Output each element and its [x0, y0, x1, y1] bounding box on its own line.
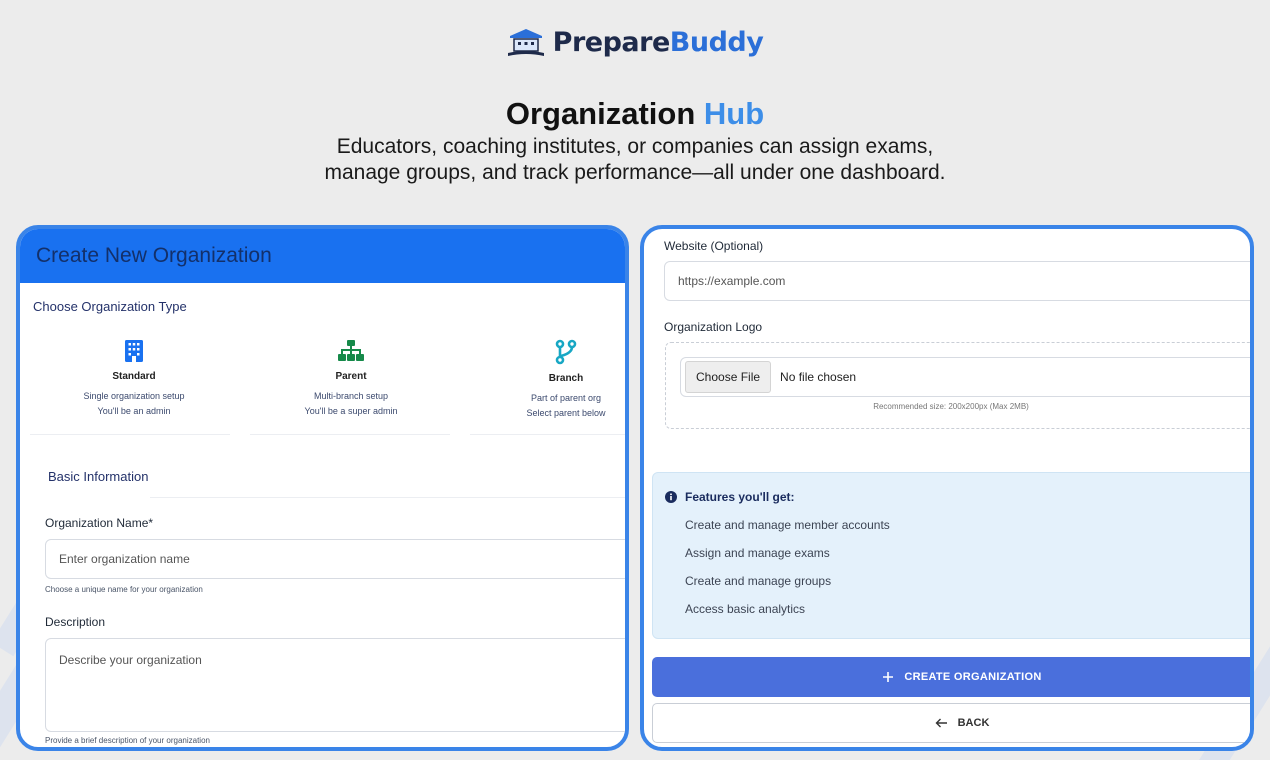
type-name: Parent: [335, 371, 367, 382]
page-title: Organization Hub: [505, 96, 765, 131]
back-button-label: BACK: [957, 717, 990, 729]
org-name-input[interactable]: Enter organization name: [45, 539, 625, 579]
org-type-options: Standard Single organization setup You'l…: [20, 339, 625, 439]
logo-label: Organization Logo: [664, 320, 763, 334]
type-description: Single organization setup: [83, 391, 185, 401]
feature-item: Create and manage groups: [685, 574, 832, 588]
type-role: Select parent below: [526, 408, 606, 418]
website-input[interactable]: https://example.com: [664, 261, 1250, 301]
feature-item: Assign and manage exams: [685, 546, 830, 560]
feature-item: Access basic analytics: [685, 602, 806, 616]
organization-details-panel: Website (Optional) https://example.com O…: [640, 225, 1254, 751]
website-label: Website (Optional): [664, 239, 764, 253]
type-description: Multi-branch setup: [313, 391, 389, 401]
logo-hint: Recommended size: 200x200px (Max 2MB): [873, 402, 1029, 411]
org-type-standard[interactable]: Standard Single organization setup You'l…: [29, 339, 239, 416]
org-type-section-label: Choose Organization Type: [33, 299, 187, 314]
feature-item: Create and manage member accounts: [685, 518, 890, 532]
choose-file-button[interactable]: Choose File: [685, 361, 772, 393]
create-organization-button[interactable]: CREATE ORGANIZATION: [652, 657, 1250, 697]
type-name: Branch: [548, 373, 584, 384]
form-header: Create New Organization: [20, 229, 625, 283]
basic-info-label: Basic Information: [48, 469, 149, 484]
file-input[interactable]: Choose File No file chosen: [680, 357, 1250, 397]
file-status: No file chosen: [780, 370, 857, 384]
plus-icon: [883, 672, 894, 682]
org-type-branch[interactable]: Branch Part of parent org Select parent …: [461, 339, 625, 418]
org-name-hint: Choose a unique name for your organizati…: [45, 585, 203, 594]
type-role: You'll be an admin: [97, 406, 171, 416]
org-type-parent[interactable]: Parent Multi-branch setup You'll be a su…: [246, 339, 456, 416]
description-hint: Provide a brief description of your orga…: [45, 736, 210, 745]
website-placeholder: https://example.com: [678, 274, 786, 288]
features-box: Features you'll get: Create and manage m…: [652, 472, 1250, 639]
type-name: Standard: [112, 371, 156, 382]
page-subtitle: Educators, coaching institutes, or compa…: [324, 135, 946, 184]
features-title: Features you'll get:: [665, 490, 795, 504]
org-name-label: Organization Name*: [45, 516, 154, 530]
logo-upload-area[interactable]: Choose File No file chosen Recommended s…: [665, 342, 1250, 429]
org-name-placeholder: Enter organization name: [59, 552, 190, 566]
create-organization-panel: Create New Organization Choose Organizat…: [16, 225, 629, 751]
brand-logo: PrepareBuddy: [0, 22, 1270, 62]
divider: [470, 434, 625, 435]
divider: [150, 497, 625, 498]
create-button-label: CREATE ORGANIZATION: [904, 671, 1042, 683]
features-title-text: Features you'll get:: [685, 490, 795, 504]
sitemap-icon: [338, 340, 364, 361]
branch-icon: [555, 339, 577, 365]
description-textarea[interactable]: Describe your organization: [45, 638, 625, 732]
divider: [250, 434, 450, 435]
back-button[interactable]: BACK: [652, 703, 1250, 743]
type-description: Part of parent org: [530, 393, 602, 403]
building-icon: [507, 29, 544, 56]
type-role: You'll be a super admin: [304, 406, 398, 416]
divider: [30, 434, 230, 435]
description-label: Description: [45, 615, 106, 629]
building-icon: [125, 340, 143, 362]
arrow-left-icon: [935, 718, 947, 728]
info-icon: [665, 491, 677, 503]
brand-name: PrepareBuddy: [552, 26, 764, 58]
description-placeholder: Describe your organization: [59, 653, 202, 667]
